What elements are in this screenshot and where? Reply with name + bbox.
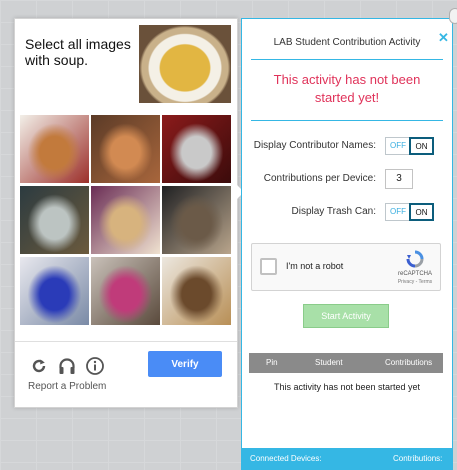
recaptcha-brand: reCAPTCHA (397, 271, 432, 277)
contributions-count-label: Contributions: (393, 454, 443, 463)
panel-title: LAB Student Contribution Activity (273, 37, 421, 48)
report-problem-link[interactable]: Report a Problem (28, 381, 106, 392)
recaptcha-privacy-terms[interactable]: Privacy - Terms (392, 279, 438, 285)
toggle-on[interactable]: ON (409, 137, 434, 155)
toggle-on[interactable]: ON (409, 203, 434, 221)
display-names-toggle[interactable]: OFF ON (385, 137, 434, 155)
connected-devices-label: Connected Devices: (250, 454, 322, 463)
toggle-off[interactable]: OFF (386, 138, 410, 154)
toggle-off[interactable]: OFF (386, 204, 410, 220)
soup-sample-image (139, 25, 231, 103)
reload-icon[interactable] (29, 356, 49, 376)
column-pin: Pin (266, 358, 278, 367)
captcha-tile-sandwich[interactable] (20, 115, 89, 183)
captcha-prompt: Select all images with soup. (25, 36, 131, 68)
display-trash-label: Display Trash Can: (291, 206, 376, 217)
column-contributions: Contributions (385, 358, 433, 367)
captcha-tile-plated-dish[interactable] (162, 257, 231, 325)
empty-table-message: This activity has not been started yet (273, 382, 421, 392)
contributions-per-device-label: Contributions per Device: (263, 173, 376, 184)
captcha-challenge: Select all images with soup. Report a Pr… (14, 18, 238, 408)
close-icon[interactable]: ✕ (438, 30, 449, 46)
captcha-tile-noodle-soup[interactable] (91, 115, 160, 183)
info-icon[interactable] (85, 356, 105, 376)
captcha-tile-buffet-tray[interactable] (20, 186, 89, 254)
captcha-tile-blue-glass[interactable] (20, 257, 89, 325)
verify-button[interactable]: Verify (148, 351, 222, 377)
robot-checkbox-label: I'm not a robot (286, 261, 344, 271)
column-student: Student (315, 358, 343, 367)
captcha-divider (15, 341, 237, 342)
start-activity-button[interactable]: Start Activity (303, 304, 389, 328)
alert-divider (251, 120, 443, 121)
panel-footer: Connected Devices: Contributions: (242, 448, 452, 469)
recaptcha-widget: I'm not a robot reCAPTCHA Privacy - Term… (251, 243, 441, 291)
display-names-label: Display Contributor Names: (253, 140, 376, 151)
contributions-per-device-input[interactable]: 3 (385, 169, 413, 189)
activity-panel: LAB Student Contribution Activity ✕ This… (241, 18, 453, 470)
scroll-edge-handle[interactable] (449, 8, 457, 24)
recaptcha-logo-icon (406, 250, 424, 268)
captcha-tile-mussels[interactable] (162, 186, 231, 254)
robot-checkbox[interactable] (260, 258, 277, 275)
audio-icon[interactable] (57, 356, 77, 376)
display-trash-toggle[interactable]: OFF ON (385, 203, 434, 221)
captcha-tile-bowl-soup-purple[interactable] (91, 186, 160, 254)
activity-alert: This activity has not been started yet! (273, 72, 421, 105)
captcha-tile-flowers-table[interactable] (91, 257, 160, 325)
captcha-tile-microphone[interactable] (162, 115, 231, 183)
title-divider (251, 59, 443, 60)
contributions-table-header: Pin Student Contributions (249, 353, 443, 373)
